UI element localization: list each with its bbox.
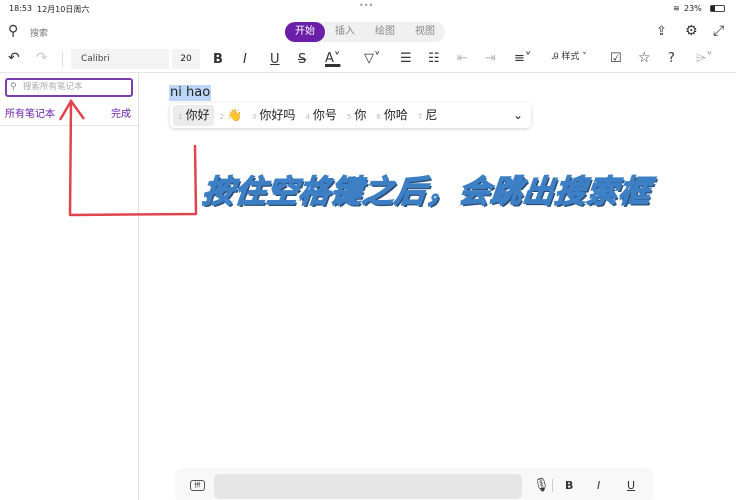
italic-button[interactable]: I	[597, 480, 600, 491]
predictive-text-area[interactable]	[214, 474, 522, 499]
underline-button[interactable]: U	[627, 480, 635, 491]
annotation-text: 按住空格键之后，会跳出搜索框	[200, 173, 653, 211]
ime-switch-button[interactable]: 拼	[190, 480, 205, 491]
divider	[552, 479, 553, 492]
arrow-line	[68, 102, 198, 217]
keyboard-shortcut-bar: 拼 🎙 B I U	[177, 471, 652, 500]
bold-button[interactable]: B	[565, 480, 573, 491]
microphone-icon[interactable]: 🎙	[533, 479, 550, 492]
annotation-arrow	[58, 98, 198, 217]
